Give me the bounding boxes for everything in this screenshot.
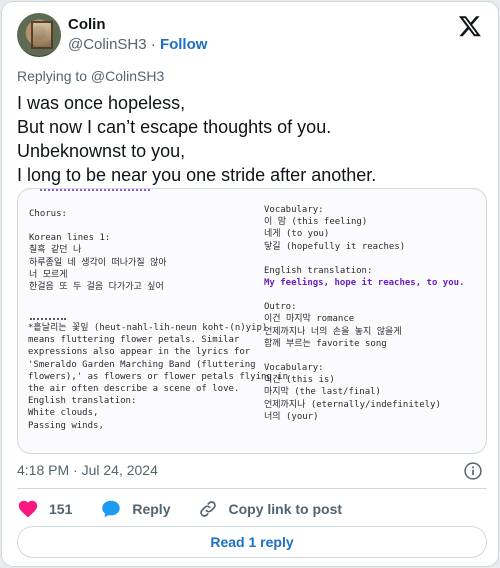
follow-button[interactable]: Follow bbox=[160, 36, 208, 53]
doc-line: 닿길 (hopefully it reaches) bbox=[264, 241, 406, 252]
doc-line: 'Smeraldo Garden Marching Band (flutteri… bbox=[28, 359, 256, 370]
copy-link-label: Copy link to post bbox=[228, 501, 343, 517]
x-logo-icon[interactable] bbox=[458, 14, 482, 38]
post-line: Unbeknownst to you, bbox=[17, 141, 186, 161]
reply-button[interactable]: Reply bbox=[100, 498, 170, 520]
doc-line: 하루종일 네 생각이 떠나가질 않아 bbox=[29, 257, 167, 268]
separator-dot: · bbox=[150, 36, 156, 53]
doc-line: 언제까지나 (eternally/indefinitely) bbox=[264, 399, 441, 410]
doc-line: 한걸음 또 두 걸음 다가가고 싶어 bbox=[29, 282, 164, 293]
post-timestamp[interactable]: 4:18 PM · Jul 24, 2024 bbox=[17, 462, 158, 478]
doc-line: 너의 (your) bbox=[264, 411, 319, 422]
doc-line: Outro: bbox=[264, 302, 297, 313]
copy-link-button[interactable]: Copy link to post bbox=[198, 499, 342, 519]
cropped-text-fragment bbox=[40, 189, 150, 191]
doc-translation-line: White clouds, bbox=[28, 408, 99, 419]
doc-line: English translation: bbox=[28, 396, 137, 407]
doc-line: 네게 (to you) bbox=[264, 229, 330, 240]
doc-line: 이건 마지막 romance bbox=[264, 314, 355, 325]
replying-to[interactable]: Replying to @ColinSH3 bbox=[17, 68, 164, 84]
divider bbox=[17, 488, 487, 489]
doc-line: the air often describe a scene of love. bbox=[28, 384, 240, 395]
doc-line: Vocabulary: bbox=[264, 205, 324, 215]
like-count: 151 bbox=[49, 501, 73, 517]
lyrics-note: *흩날리는 꽃잎 (heut-nahl-lih-neun koht-(n)yip… bbox=[28, 322, 289, 432]
doc-line: 너 모르게 bbox=[29, 269, 68, 280]
lyrics-right-column: Vocabulary: 이 맘 (this feeling) 네게 (to yo… bbox=[264, 204, 479, 423]
cropped-text-fragment bbox=[30, 316, 66, 320]
action-bar: 151 Reply Copy link to post bbox=[17, 498, 370, 520]
doc-line: 칠흑 같던 나 bbox=[29, 245, 82, 256]
doc-line: Vocabulary: bbox=[264, 363, 324, 374]
doc-translation-line: Passing winds, bbox=[28, 420, 104, 431]
doc-line: 이건 (this is) bbox=[264, 375, 335, 386]
author-handle-row: @ColinSH3 · Follow bbox=[68, 36, 207, 53]
doc-line: 이 맘 (this feeling) bbox=[264, 217, 368, 228]
doc-line: 마지막 (the last/final) bbox=[264, 387, 381, 398]
doc-line: *흩날리는 꽃잎 (heut-nahl-lih-neun koht-(n)yip… bbox=[28, 323, 268, 333]
avatar[interactable] bbox=[17, 13, 61, 57]
doc-line: 언제까지나 너의 손을 놓지 않을게 bbox=[264, 326, 402, 337]
post-text: I was once hopeless, But now I can’t esc… bbox=[17, 91, 487, 187]
post-media-image[interactable]: Chorus: Korean lines 1: 칠흑 같던 나 하루종일 네 생… bbox=[17, 188, 487, 454]
post-line: I long to be near you one stride after a… bbox=[17, 165, 377, 185]
doc-translation-line: My feelings, hope it reaches, to you. bbox=[264, 278, 465, 289]
link-icon bbox=[200, 501, 217, 517]
lyrics-left-column: Chorus: Korean lines 1: 칠흑 같던 나 하루종일 네 생… bbox=[29, 208, 249, 293]
reply-label: Reply bbox=[132, 501, 171, 517]
doc-line: expressions also appear in the lyrics fo… bbox=[28, 347, 251, 358]
doc-line: Korean lines 1: bbox=[29, 233, 111, 244]
doc-line: Chorus: bbox=[29, 209, 67, 219]
author-name[interactable]: Colin bbox=[68, 16, 106, 33]
post-line: But now I can’t escape thoughts of you. bbox=[17, 117, 332, 137]
like-button[interactable]: 151 bbox=[17, 498, 72, 520]
heart-icon bbox=[18, 500, 38, 518]
read-replies-button[interactable]: Read 1 reply bbox=[17, 526, 487, 558]
doc-line: flowers),' as flowers or flower petals f… bbox=[28, 371, 289, 382]
post-line: I was once hopeless, bbox=[17, 93, 186, 113]
author-handle[interactable]: @ColinSH3 bbox=[68, 36, 147, 53]
info-icon[interactable] bbox=[463, 461, 483, 481]
doc-line: English translation: bbox=[264, 265, 373, 276]
doc-line: means fluttering flower petals. Similar bbox=[28, 335, 240, 346]
doc-line: 함께 부르는 favorite song bbox=[264, 338, 387, 349]
speech-bubble-icon bbox=[102, 500, 121, 518]
embedded-post-card: Colin @ColinSH3 · Follow Replying to @Co… bbox=[1, 1, 499, 567]
